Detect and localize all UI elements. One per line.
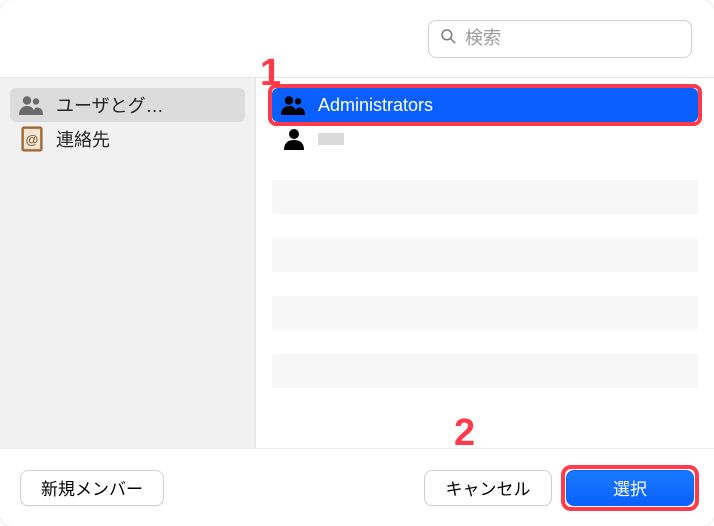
sidebar-item-label: ユーザとグ…	[56, 92, 164, 118]
toolbar	[0, 0, 714, 78]
result-row-administrators[interactable]: Administrators	[272, 88, 698, 122]
select-button[interactable]: 選択	[566, 470, 694, 506]
footer: 新規メンバー キャンセル 選択	[0, 448, 714, 526]
result-row-label: Administrators	[318, 95, 433, 116]
empty-row	[272, 238, 698, 272]
source-sidebar: ユーザとグ… @ 連絡先	[0, 78, 256, 448]
group-icon	[18, 95, 46, 115]
search-field[interactable]	[428, 20, 692, 58]
result-row-user[interactable]	[272, 122, 698, 156]
select-button-wrap: 選択	[566, 470, 694, 506]
group-icon	[280, 95, 308, 115]
empty-row	[272, 354, 698, 388]
svg-text:@: @	[26, 132, 39, 147]
sidebar-item-users-groups[interactable]: ユーザとグ…	[10, 88, 245, 122]
sidebar-item-contacts[interactable]: @ 連絡先	[10, 122, 245, 156]
search-icon	[439, 27, 457, 50]
new-member-button[interactable]: 新規メンバー	[20, 470, 164, 506]
picker-window: ユーザとグ… @ 連絡先	[0, 0, 714, 526]
empty-row	[272, 296, 698, 330]
sidebar-item-label: 連絡先	[56, 126, 110, 152]
body: ユーザとグ… @ 連絡先	[0, 78, 714, 448]
person-icon	[280, 128, 308, 150]
result-row-label-obscured	[318, 133, 344, 145]
empty-row	[272, 180, 698, 214]
cancel-button[interactable]: キャンセル	[424, 470, 552, 506]
search-input[interactable]	[465, 28, 697, 49]
result-list: Administrators	[256, 78, 714, 448]
address-book-icon: @	[18, 126, 46, 152]
